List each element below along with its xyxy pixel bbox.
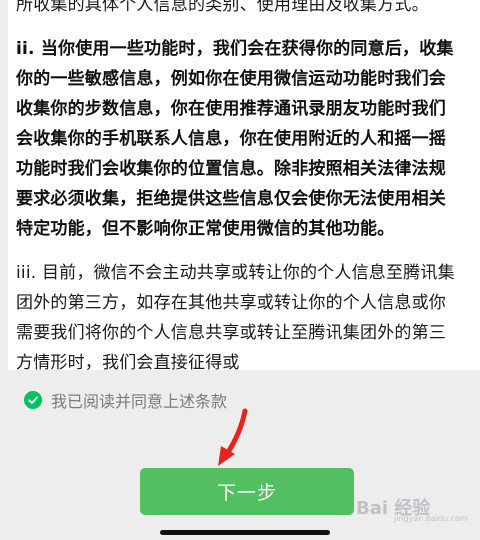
red-arrow-icon xyxy=(218,408,248,466)
watermark-url: jingyan.baidu.com xyxy=(394,514,468,523)
check-circle-icon[interactable] xyxy=(24,391,42,409)
terms-paragraph-3: iii. 目前，微信不会主动共享或转让你的个人信息至腾讯集团外的第三方，如存在其… xyxy=(16,263,455,370)
agreement-label: 我已阅读并同意上述条款 xyxy=(51,392,228,411)
terms-card[interactable]: 所收集的具体个人信息的类别、使用理由及收集方式。 ii. 当你使用一些功能时，我… xyxy=(8,0,480,370)
home-indicator[interactable] xyxy=(160,530,330,535)
screen: 所收集的具体个人信息的类别、使用理由及收集方式。 ii. 当你使用一些功能时，我… xyxy=(0,0,480,540)
watermark: Bai 经验 jingyan.baidu.com xyxy=(356,488,476,528)
terms-paragraph-1: 所收集的具体个人信息的类别、使用理由及收集方式。 xyxy=(16,0,429,15)
next-button[interactable]: 下一步 xyxy=(140,468,354,515)
terms-text: 所收集的具体个人信息的类别、使用理由及收集方式。 ii. 当你使用一些功能时，我… xyxy=(8,0,480,370)
agreement-checkbox[interactable]: 我已阅读并同意上述条款 xyxy=(24,386,227,414)
terms-paragraph-2: ii. 当你使用一些功能时，我们会在获得你的同意后，收集你的一些敏感信息，例如你… xyxy=(16,39,454,239)
